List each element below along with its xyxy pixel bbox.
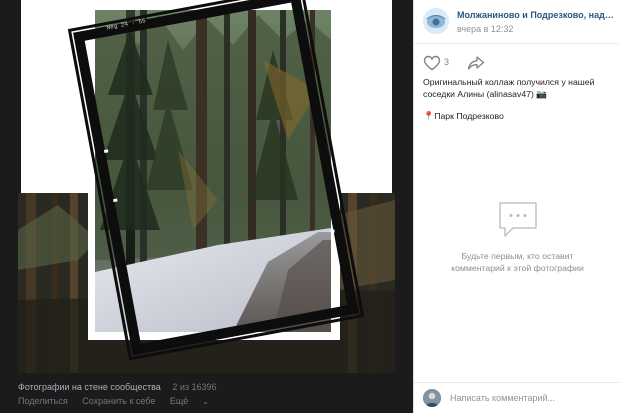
save-to-self-link[interactable]: Сохранить к себе — [82, 396, 155, 406]
viewer-footer: Фотографии на стене сообщества 2 из 1639… — [0, 373, 413, 413]
post-sidebar: Молжаниново и Подрезково, наде… вчера в … — [413, 0, 620, 413]
user-photo — [423, 389, 441, 407]
post-text: Оригинальный коллаж получился у нашей со… — [423, 77, 595, 99]
location[interactable]: 📍Парк Подрезково — [423, 111, 504, 122]
more-label: Ещё — [169, 396, 189, 406]
photo-counter: 2 из 16396 — [172, 382, 217, 392]
user-avatar[interactable] — [423, 389, 441, 407]
collage-photo: Neg 24 · 55 — [18, 0, 395, 373]
share-link[interactable]: Поделиться — [18, 396, 68, 406]
community-name[interactable]: Молжаниново и Подрезково, наде… — [457, 10, 617, 20]
comment-bubble-icon — [498, 202, 537, 237]
empty-comments-text: Будьте первым, кто оставит комментарий к… — [451, 251, 584, 273]
album-title[interactable]: Фотографии на стене сообщества — [18, 382, 161, 392]
location-pin-icon: 📍 — [423, 111, 435, 121]
photo[interactable]: Neg 24 · 55 — [18, 0, 395, 373]
like-button[interactable] — [423, 55, 441, 76]
location-label: Парк Подрезково — [434, 111, 504, 121]
community-avatar[interactable] — [423, 8, 449, 34]
comment-input[interactable] — [450, 388, 615, 408]
more-menu[interactable]: Ещё ⌄ — [170, 396, 221, 406]
like-count: 3 — [444, 57, 450, 67]
post-header: Молжаниново и Подрезково, наде… вчера в … — [414, 0, 620, 44]
share-button[interactable] — [467, 55, 485, 76]
share-arrow-icon — [467, 56, 485, 70]
community-logo — [423, 8, 449, 34]
comments-empty-state: Будьте первым, кто оставит комментарий к… — [414, 200, 620, 274]
heart-icon — [423, 55, 441, 71]
comment-bar — [414, 382, 620, 413]
post-time[interactable]: вчера в 12:32 — [457, 24, 513, 34]
chevron-down-icon: ⌄ — [202, 397, 209, 406]
photo-viewer: Neg 24 · 55 Фотографии на стене сообщест… — [0, 0, 413, 413]
viewer-actions: Поделиться Сохранить к себе Ещё ⌄ — [18, 396, 233, 406]
